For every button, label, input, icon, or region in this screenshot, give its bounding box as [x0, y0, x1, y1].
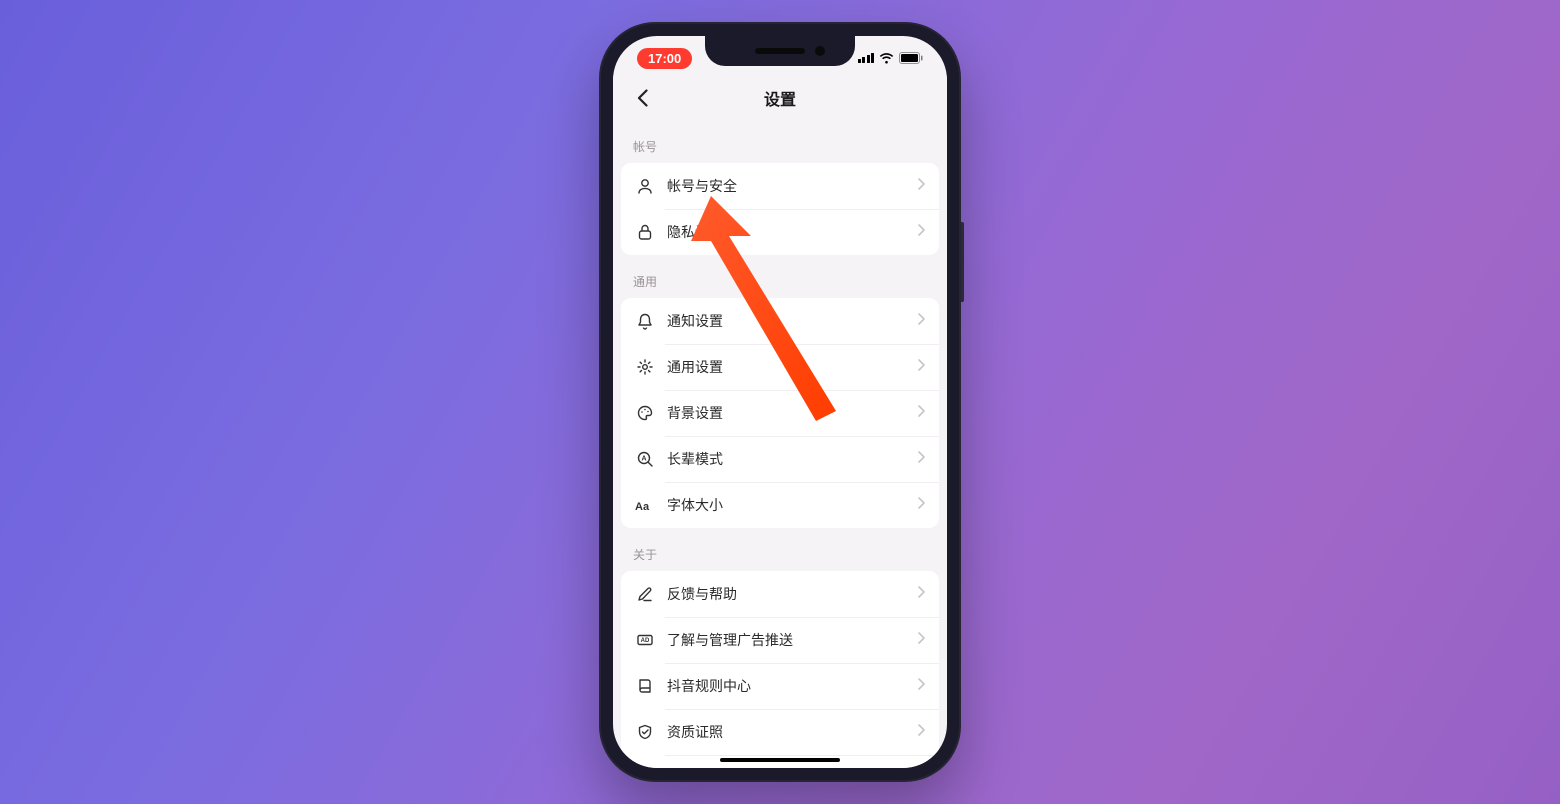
row-label: 反馈与帮助: [667, 584, 918, 604]
row-label: 通用设置: [667, 357, 918, 377]
chevron-right-icon: [918, 677, 925, 695]
row-background[interactable]: 背景设置: [621, 390, 939, 436]
cellular-signal-icon: [858, 53, 875, 63]
row-credentials[interactable]: 资质证照: [621, 709, 939, 755]
section-group-account: 帐号与安全 隐私设置: [621, 163, 939, 255]
status-time: 17:00: [637, 48, 692, 69]
row-ad-management[interactable]: AD 了解与管理广告推送: [621, 617, 939, 663]
phone-screen: 17:00 设置 帐号: [613, 36, 947, 768]
svg-text:Aa: Aa: [635, 501, 650, 513]
aa-icon: Aa: [635, 495, 655, 515]
lock-icon: [635, 222, 655, 242]
row-general[interactable]: 通用设置: [621, 344, 939, 390]
row-privacy[interactable]: 隐私设置: [621, 209, 939, 255]
section-header-about: 关于: [621, 528, 939, 571]
phone-notch: [705, 36, 855, 66]
row-label: 隐私设置: [667, 222, 918, 242]
wifi-icon: [879, 53, 894, 64]
chevron-right-icon: [918, 223, 925, 241]
row-label: 抖音规则中心: [667, 676, 918, 696]
row-feedback[interactable]: 反馈与帮助: [621, 571, 939, 617]
svg-text:A: A: [641, 456, 646, 463]
chevron-right-icon: [918, 312, 925, 330]
row-account-security[interactable]: 帐号与安全: [621, 163, 939, 209]
bell-icon: [635, 311, 655, 331]
phone-frame: 17:00 设置 帐号: [599, 22, 961, 782]
back-button[interactable]: [627, 83, 657, 113]
section-header-account: 帐号: [621, 120, 939, 163]
row-label: 背景设置: [667, 403, 918, 423]
palette-icon: [635, 403, 655, 423]
row-label: 长辈模式: [667, 449, 918, 469]
chevron-right-icon: [918, 631, 925, 649]
row-label: 资质证照: [667, 722, 918, 742]
section-group-about: 反馈与帮助 AD 了解与管理广告推送: [621, 571, 939, 768]
row-font-size[interactable]: Aa 字体大小: [621, 482, 939, 528]
chevron-left-icon: [637, 89, 648, 107]
ad-icon: AD: [635, 630, 655, 650]
pencil-icon: [635, 584, 655, 604]
row-elder-mode[interactable]: A 长辈模式: [621, 436, 939, 482]
chevron-right-icon: [918, 496, 925, 514]
battery-icon: [899, 52, 923, 64]
row-rules-center[interactable]: 抖音规则中心: [621, 663, 939, 709]
row-notifications[interactable]: 通知设置: [621, 298, 939, 344]
row-label: 帐号与安全: [667, 176, 918, 196]
magnify-a-icon: A: [635, 449, 655, 469]
gear-icon: [635, 357, 655, 377]
nav-bar: 设置: [613, 76, 947, 120]
chevron-right-icon: [918, 177, 925, 195]
chevron-right-icon: [918, 723, 925, 741]
person-icon: [635, 176, 655, 196]
phone-side-button: [961, 222, 964, 302]
row-label: 了解与管理广告推送: [667, 630, 918, 650]
section-group-general: 通知设置 通用设置: [621, 298, 939, 528]
book-icon: [635, 676, 655, 696]
settings-list[interactable]: 帐号 帐号与安全 隐私设置: [613, 120, 947, 768]
svg-text:AD: AD: [641, 638, 650, 644]
chevron-right-icon: [918, 450, 925, 468]
chevron-right-icon: [918, 585, 925, 603]
section-header-general: 通用: [621, 255, 939, 298]
row-label: 通知设置: [667, 311, 918, 331]
page-title: 设置: [764, 86, 796, 110]
status-right: [858, 52, 924, 64]
chevron-right-icon: [918, 404, 925, 422]
row-label: 字体大小: [667, 495, 918, 515]
shield-icon: [635, 722, 655, 742]
home-indicator[interactable]: [720, 758, 840, 762]
chevron-right-icon: [918, 358, 925, 376]
